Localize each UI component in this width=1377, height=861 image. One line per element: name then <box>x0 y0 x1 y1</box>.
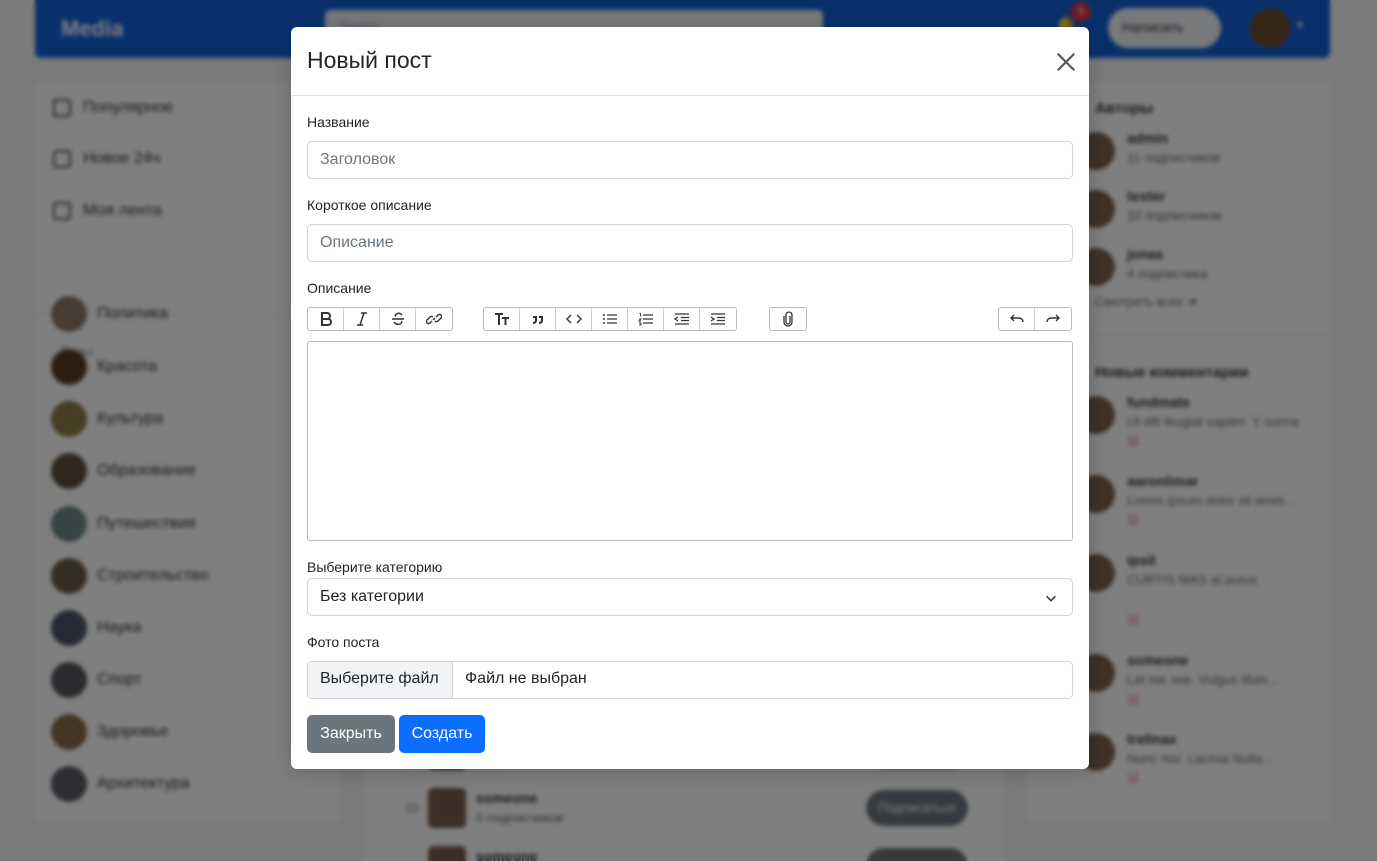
numbered-list-icon[interactable] <box>628 308 664 330</box>
attach-icon[interactable] <box>770 308 806 330</box>
new-post-modal: Новый пост Название Короткое описание Оп… <box>291 27 1089 769</box>
close-button[interactable]: Закрыть <box>307 715 395 753</box>
short-description-input[interactable] <box>307 224 1073 262</box>
code-icon[interactable] <box>556 308 592 330</box>
title-input[interactable] <box>307 141 1073 179</box>
short-description-label: Короткое описание <box>307 197 432 213</box>
modal-header: Новый пост <box>291 27 1089 96</box>
italic-icon[interactable] <box>344 308 380 330</box>
block-toolbar-group <box>483 307 737 331</box>
heading-icon[interactable] <box>484 308 520 330</box>
outdent-icon[interactable] <box>664 308 700 330</box>
quote-icon[interactable] <box>520 308 556 330</box>
modal-title: Новый пост <box>307 47 432 73</box>
category-select[interactable]: Без категории <box>307 578 1073 616</box>
history-toolbar-group <box>998 307 1072 331</box>
format-toolbar-group <box>307 307 453 331</box>
bold-icon[interactable] <box>308 308 344 330</box>
category-label: Выберите категорию <box>307 559 443 575</box>
bullet-list-icon[interactable] <box>592 308 628 330</box>
close-icon[interactable] <box>1055 51 1077 73</box>
attach-toolbar-group <box>769 307 807 331</box>
strikethrough-icon[interactable] <box>380 308 416 330</box>
indent-icon[interactable] <box>700 308 736 330</box>
create-button[interactable]: Создать <box>399 715 485 753</box>
redo-icon[interactable] <box>1035 308 1071 330</box>
description-label: Описание <box>307 280 372 296</box>
chevron-down-icon <box>1046 595 1056 602</box>
photo-file-input[interactable]: Выберите файл Файл не выбран <box>307 661 1073 699</box>
link-icon[interactable] <box>416 308 452 330</box>
photo-label: Фото поста <box>307 634 380 650</box>
title-label: Название <box>307 114 370 130</box>
description-editor[interactable] <box>307 341 1073 541</box>
undo-icon[interactable] <box>999 308 1035 330</box>
file-status: Файл не выбран <box>465 670 587 687</box>
category-selected-value: Без категории <box>320 588 424 605</box>
choose-file-button[interactable]: Выберите файл <box>308 662 453 698</box>
